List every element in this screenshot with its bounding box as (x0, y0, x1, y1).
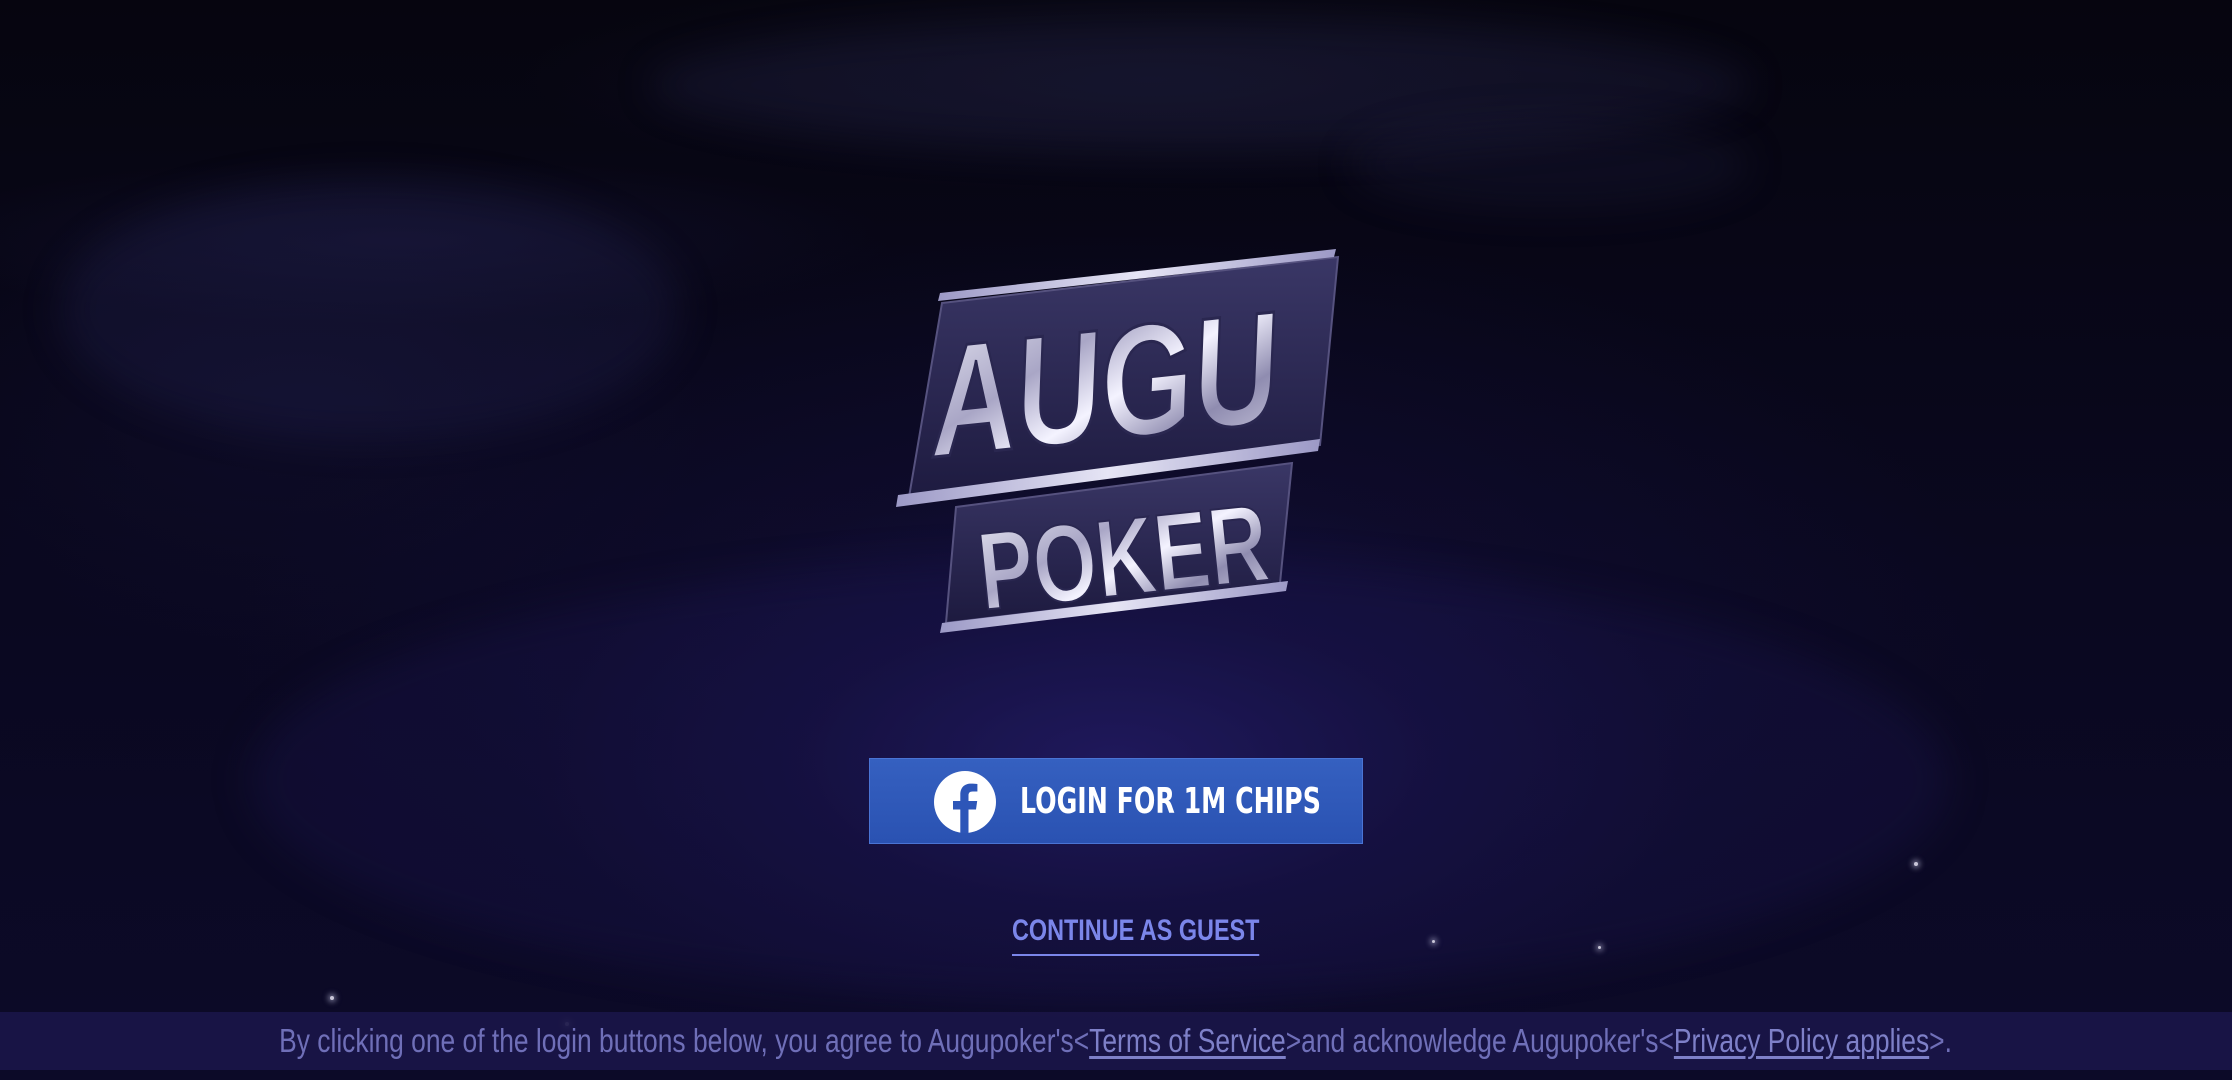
sparkle (330, 996, 334, 1000)
background-swirl (650, 20, 1750, 150)
legal-footer: By clicking one of the login buttons bel… (0, 1012, 2232, 1070)
sparkle (1598, 946, 1601, 949)
logo-line-1: AUGU (917, 279, 1289, 491)
terms-of-service-link[interactable]: Terms of Service (1090, 1022, 1287, 1059)
privacy-policy-link[interactable]: Privacy Policy applies (1674, 1022, 1929, 1059)
background-swirl (1350, 120, 1750, 210)
legal-text: By clicking one of the login buttons bel… (280, 1012, 1953, 1070)
facebook-icon (934, 771, 996, 833)
facebook-login-label: LOGIN FOR 1M CHIPS (1020, 781, 1321, 822)
sparkle (1914, 862, 1918, 866)
continue-as-guest-link[interactable]: CONTINUE AS GUEST (1012, 908, 1260, 956)
augu-poker-logo: AUGU POKER (890, 245, 1350, 655)
sparkle (1432, 940, 1435, 943)
legal-middle: >and acknowledge Augupoker's< (1286, 1022, 1675, 1059)
login-screen: AUGU POKER LOGIN FOR 1M CHIPS CONTINUE A… (0, 0, 2232, 1080)
background-swirl (60, 180, 680, 440)
legal-prefix: By clicking one of the login buttons bel… (279, 1022, 1090, 1059)
legal-suffix: >. (1929, 1022, 1953, 1059)
facebook-login-button[interactable]: LOGIN FOR 1M CHIPS (869, 758, 1363, 844)
